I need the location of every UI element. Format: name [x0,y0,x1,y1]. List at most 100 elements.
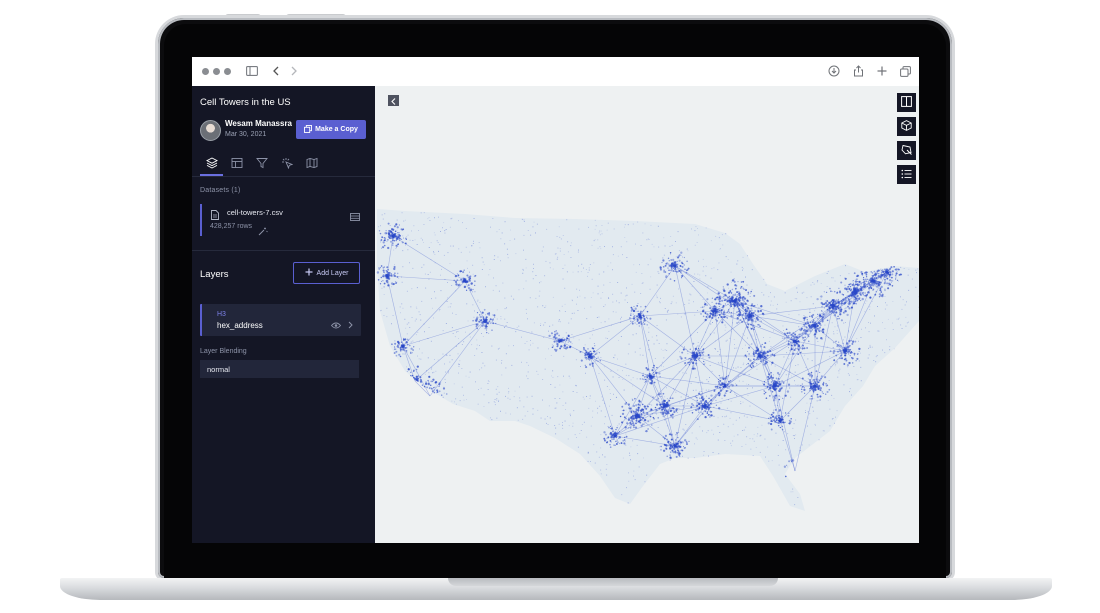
new-tab-icon[interactable] [875,64,889,78]
tower-cluster-point [390,234,393,236]
chevron-right-icon[interactable] [348,316,353,334]
tower-cluster-point [790,338,792,341]
filter-icon[interactable] [255,156,269,170]
tower-point [816,417,818,419]
tower-point [588,226,589,228]
tower-cluster-point [637,321,641,325]
tower-cluster-point [651,413,653,415]
layers-icon[interactable] [205,156,219,170]
tower-cluster-point [798,333,801,336]
tower-cluster-point [434,386,436,388]
tower-point [628,343,630,345]
tower-point [504,327,505,328]
tower-point [417,355,418,357]
tower-point [746,383,748,385]
dataset-table-icon[interactable] [350,208,360,226]
basemap-icon[interactable] [305,156,319,170]
tower-cluster-point [756,318,759,321]
tower-cluster-point [652,371,655,373]
tower-point [667,311,669,313]
tower-cluster-point [711,301,713,304]
tower-cluster-point [735,285,738,287]
eye-icon[interactable] [330,316,342,334]
interaction-icon[interactable] [280,156,294,170]
tower-point [403,353,405,355]
tower-point [638,466,640,468]
tower-point [744,344,746,346]
tower-point [807,358,809,360]
tower-cluster-point [854,280,858,283]
tower-cluster-point [750,307,753,310]
tower-cluster-point [585,357,588,359]
tower-point [587,272,589,273]
tower-point [612,293,614,295]
tower-point [472,243,474,244]
tower-cluster-point [818,316,821,318]
tower-point [443,392,445,394]
tower-point [695,377,697,378]
sidebar-toggle-icon[interactable] [245,64,259,78]
window-dot-minimize[interactable] [213,68,220,75]
tower-cluster-point [838,317,841,320]
window-dot-zoom[interactable] [224,68,231,75]
tower-cluster-point [773,354,776,357]
tower-point [599,234,601,236]
tower-point [418,358,420,360]
download-icon[interactable] [827,64,841,78]
tower-point [416,371,418,373]
tower-cluster-point [753,358,755,361]
tower-cluster-point [635,418,638,420]
tower-cluster-point [630,306,633,309]
tower-point [884,296,886,297]
tower-point [831,277,833,279]
tower-cluster-point [848,295,851,298]
tower-cluster-point [718,303,720,305]
table-icon[interactable] [230,156,244,170]
tower-point [554,253,556,255]
layer-item[interactable]: H3 hex_address [200,304,361,336]
tower-point [433,371,435,373]
tower-cluster-point [492,322,495,325]
make-copy-button[interactable]: Make a Copy [296,120,366,139]
tower-point [868,322,869,323]
tower-cluster-point [621,409,623,412]
dataset-item[interactable]: cell-towers-7.csv 428,257 rows [200,204,364,236]
tower-cluster-point [638,400,641,403]
tower-point [449,361,451,363]
magic-wand-icon[interactable] [258,223,268,241]
tower-cluster-point [630,320,632,322]
tower-point [594,347,596,349]
back-icon[interactable] [269,64,283,78]
map-canvas[interactable] [375,86,919,543]
tower-point [496,318,498,320]
tower-cluster-point [413,346,415,348]
share-icon[interactable] [851,64,865,78]
tower-point [829,425,831,427]
tower-cluster-point [625,418,627,420]
tower-point [765,284,767,286]
forward-icon[interactable] [287,64,301,78]
tower-point [650,395,652,397]
add-layer-button[interactable]: Add Layer [293,262,360,284]
tower-cluster-point [860,287,863,290]
layer-blending-select[interactable]: normal [200,360,359,378]
tower-point [765,379,767,381]
tower-cluster-point [736,295,738,298]
tower-cluster-point [634,322,636,324]
tower-point [618,423,620,425]
tabs-overview-icon[interactable] [898,64,912,78]
tower-point [646,474,648,476]
window-dot-close[interactable] [202,68,209,75]
tower-cluster-point [742,287,745,290]
tower-cluster-point [664,410,666,413]
tower-cluster-point [674,270,676,272]
tower-cluster-point [827,303,829,306]
tower-point [807,378,809,379]
tower-point [641,283,643,284]
tower-point [454,336,456,338]
tower-point [628,472,629,474]
tower-point [555,427,557,429]
tower-cluster-point [894,269,896,271]
tower-point [576,392,578,393]
tower-cluster-point [400,228,403,231]
